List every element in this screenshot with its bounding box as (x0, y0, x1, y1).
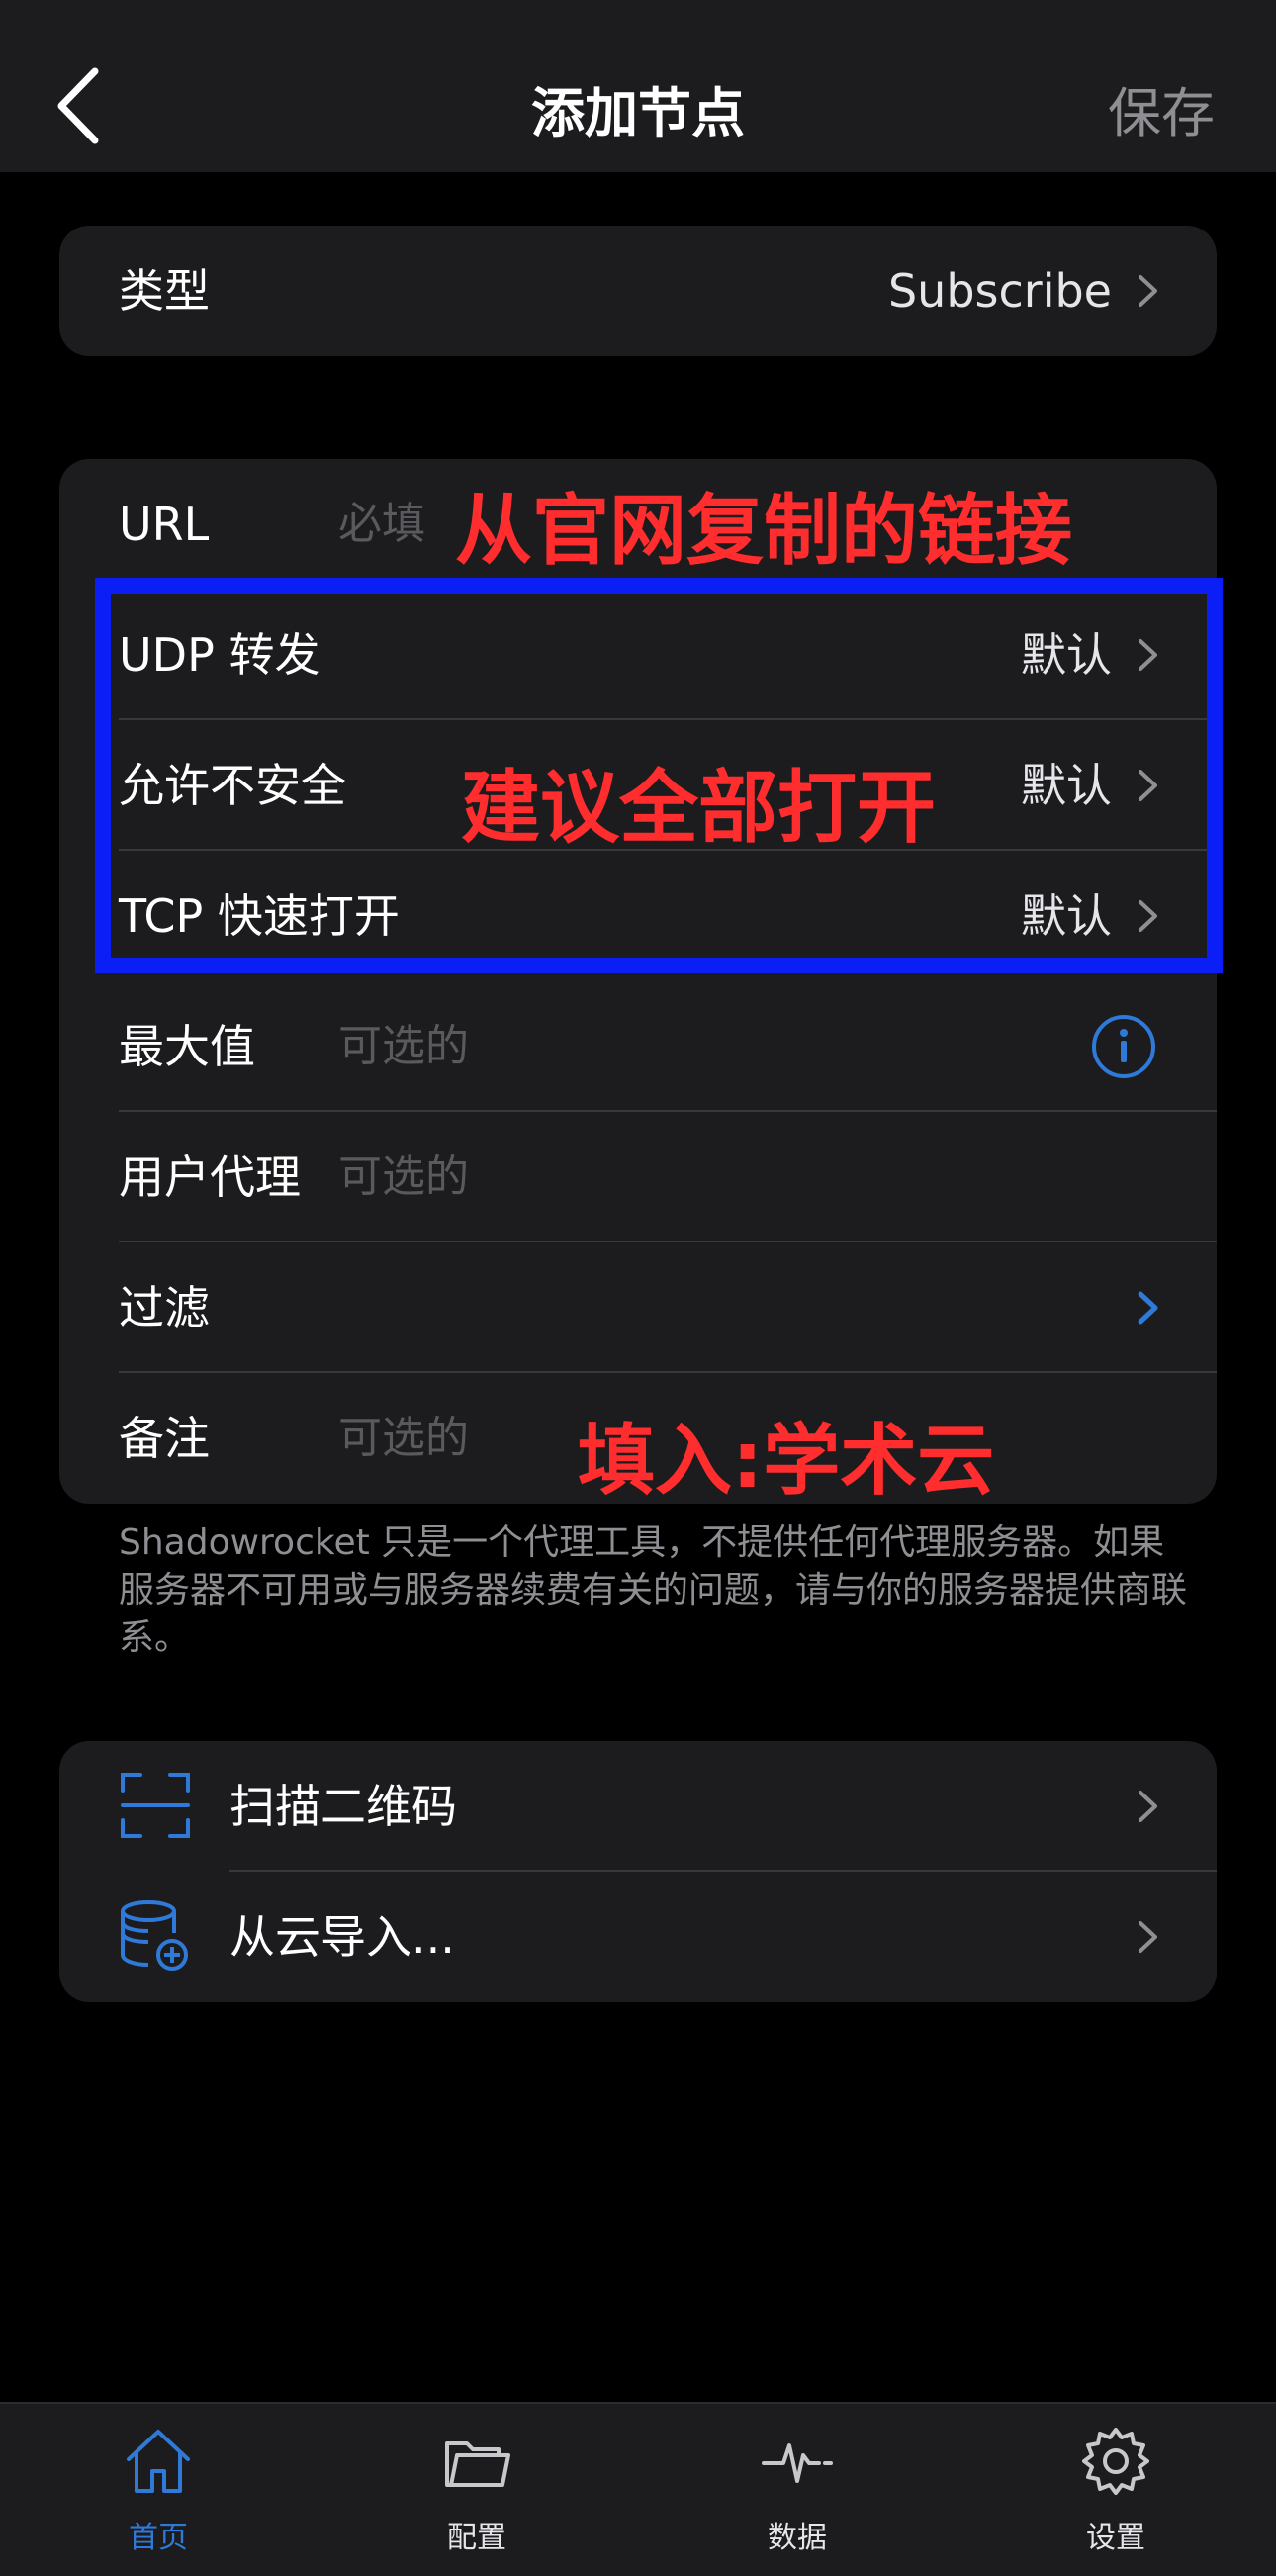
nav-bar: 添加节点 保存 (0, 0, 1276, 172)
folder-icon (445, 2441, 510, 2487)
tab-home[interactable]: 首页 (59, 2404, 257, 2576)
save-button[interactable]: 保存 (1108, 69, 1215, 147)
tab-label: 数据 (768, 2521, 827, 2555)
tab-settings[interactable]: 设置 (1017, 2404, 1215, 2576)
scan-qr-label: 扫描二维码 (229, 1780, 457, 1833)
url-label: URL (119, 498, 210, 551)
pulse-icon (762, 2443, 833, 2483)
home-icon (127, 2430, 190, 2493)
tab-data[interactable]: 数据 (698, 2404, 896, 2576)
info-icon[interactable] (1090, 1013, 1157, 1080)
chevron-right-icon (1139, 1791, 1157, 1822)
user-agent-input[interactable]: 可选的 (338, 1112, 469, 1242)
remark-input[interactable]: 可选的 (338, 1373, 469, 1504)
tab-bar: 首页 配置 数据 设置 (0, 2402, 1276, 2576)
cloud-import-row[interactable]: 从云导入... (59, 1872, 1217, 2002)
max-label: 最大值 (119, 1020, 255, 1073)
remark-annotation: 填入:学术云 (578, 1417, 995, 1506)
tab-label: 配置 (447, 2521, 506, 2555)
disclaimer-text: Shadowrocket 只是一个代理工具，不提供任何代理服务器。如果服务器不可… (119, 1522, 1188, 1658)
tab-config[interactable]: 配置 (378, 2404, 576, 2576)
user-agent-label: 用户代理 (119, 1150, 301, 1204)
import-card: 扫描二维码 从云导入... (59, 1741, 1217, 2002)
tab-label: 设置 (1086, 2521, 1145, 2555)
scan-qr-row[interactable]: 扫描二维码 (59, 1741, 1217, 1872)
add-node-screen: 添加节点 保存 类型 Subscribe URL 必填 UDP 转发 默认 允许… (0, 0, 1276, 2576)
filter-row[interactable]: 过滤 (59, 1242, 1217, 1373)
page-title: 添加节点 (531, 82, 745, 144)
chevron-right-icon (1139, 1921, 1157, 1953)
type-value: Subscribe (887, 264, 1112, 318)
type-row[interactable]: 类型 Subscribe (59, 226, 1217, 356)
database-add-icon (121, 1900, 188, 1971)
chevron-right-icon (1138, 1291, 1158, 1325)
gear-icon (1082, 2428, 1149, 2495)
filter-label: 过滤 (119, 1281, 210, 1334)
url-annotation: 从官网复制的链接 (455, 487, 1073, 576)
type-label: 类型 (119, 264, 210, 318)
max-row[interactable]: 最大值 可选的 (59, 981, 1217, 1112)
url-input[interactable]: 必填 (338, 459, 425, 590)
qr-scan-icon (121, 1773, 190, 1838)
user-agent-row[interactable]: 用户代理 可选的 (59, 1112, 1217, 1242)
max-input[interactable]: 可选的 (338, 981, 469, 1112)
toggle-annotation: 建议全部打开 (461, 762, 936, 854)
remark-label: 备注 (119, 1412, 210, 1465)
type-card: 类型 Subscribe (59, 226, 1217, 356)
tab-label: 首页 (129, 2521, 188, 2555)
chevron-right-icon (1139, 275, 1157, 307)
cloud-import-label: 从云导入... (229, 1910, 455, 1964)
